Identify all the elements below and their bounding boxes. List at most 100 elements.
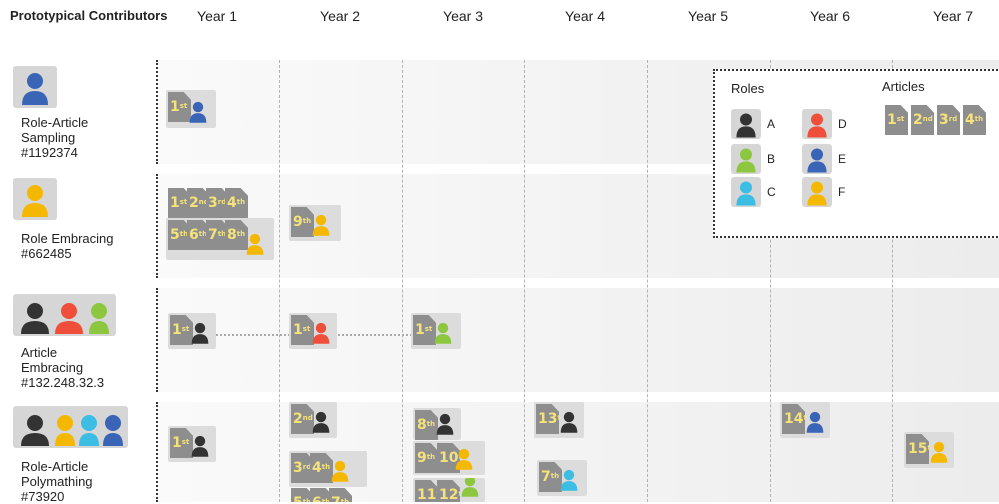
article-number: 2nd xyxy=(189,195,209,211)
article-number: 1st xyxy=(170,195,188,211)
legend-role-d-icon xyxy=(802,109,832,139)
article-number: 1st xyxy=(887,112,905,128)
role-b-icon xyxy=(430,319,456,350)
contribution-cell: 2nd xyxy=(289,402,337,438)
legend-role-label: D xyxy=(838,117,847,131)
year-gridline xyxy=(524,60,525,502)
contributor-label-3: Article Embracing #132.248.32.3 xyxy=(21,345,104,390)
legend-role-label: F xyxy=(838,185,846,199)
legend-roles-title: Roles xyxy=(731,81,765,96)
avatar-group-all xyxy=(13,406,128,448)
contribution-cell: 1st xyxy=(168,313,216,349)
role-b-icon xyxy=(457,478,483,502)
role-f-icon xyxy=(242,230,268,261)
article-ordinal-suffix: rd xyxy=(948,115,958,123)
person-icon xyxy=(312,411,330,433)
person-icon xyxy=(461,478,479,497)
article-ordinal-suffix: th xyxy=(236,198,246,206)
row-band-3 xyxy=(157,288,999,392)
year-6-header: Year 6 xyxy=(810,8,850,24)
legend-role-e-icon xyxy=(802,144,832,174)
article-doc-icon: 3rd xyxy=(937,105,960,135)
legend-role-c-icon xyxy=(731,177,761,207)
avatar-group-a-d-b xyxy=(13,294,116,336)
row-separator xyxy=(156,288,158,392)
connector-line xyxy=(213,334,293,336)
year-7-header: Year 7 xyxy=(933,8,973,24)
role-a-icon xyxy=(556,408,582,439)
role-f-icon xyxy=(327,457,353,488)
article-ordinal-suffix: th xyxy=(217,230,227,238)
article-doc-icon: 7th xyxy=(329,488,352,502)
person-icon xyxy=(331,460,349,482)
article-number: 4th xyxy=(965,112,984,128)
role-f-icon xyxy=(926,438,952,469)
role-d-icon xyxy=(308,319,334,350)
year-1-header: Year 1 xyxy=(197,8,237,24)
person-icon xyxy=(807,148,827,173)
person-icon xyxy=(434,322,452,344)
article-doc-icon: 4th xyxy=(225,188,248,218)
year-5-header: Year 5 xyxy=(688,8,728,24)
contribution-cell: 1st xyxy=(166,90,216,128)
persons-icon xyxy=(21,415,123,446)
role-a-icon xyxy=(432,410,458,441)
legend-box: Roles Articles A B C D E F 1st 2nd 3rd 4th xyxy=(713,69,999,238)
avatar-role-e xyxy=(13,66,57,108)
contributor-name: Article Embracing xyxy=(21,345,84,375)
article-ordinal-suffix: th xyxy=(426,453,436,461)
connector-line xyxy=(335,334,415,336)
person-icon xyxy=(736,148,756,173)
contributor-id: #132.248.32.3 xyxy=(21,375,105,390)
year-3-header: Year 3 xyxy=(443,8,483,24)
article-doc-icon: 1st xyxy=(885,105,908,135)
article-ordinal-suffix: th xyxy=(198,230,208,238)
role-c-icon xyxy=(556,466,582,497)
legend-role-a-icon xyxy=(731,109,761,139)
person-icon xyxy=(806,411,824,433)
row-separator xyxy=(156,174,158,278)
contribution-cell: 5th 6th 7th 8th xyxy=(166,218,274,260)
person-icon xyxy=(807,113,827,138)
contribution-cell: 15th xyxy=(904,432,954,468)
contribution-cell: 14th xyxy=(780,402,830,438)
year-gridline xyxy=(402,60,403,502)
contribution-cell: 7th xyxy=(537,460,587,496)
article-doc-icon: 9th xyxy=(415,443,438,473)
legend-role-f-icon xyxy=(802,177,832,207)
person-icon xyxy=(191,322,209,344)
contribution-cell: 1st xyxy=(289,313,337,349)
article-number: 3rd xyxy=(939,112,958,128)
row-separator xyxy=(156,402,158,502)
article-ordinal-suffix: th xyxy=(179,230,189,238)
contribution-cell: 1st xyxy=(168,426,216,462)
row-separator xyxy=(156,60,158,164)
person-icon xyxy=(312,214,330,236)
year-4-header: Year 4 xyxy=(565,8,605,24)
year-gridline xyxy=(279,60,280,502)
person-icon xyxy=(560,411,578,433)
contribution-cell: 9th10th xyxy=(413,441,485,475)
legend-role-label: E xyxy=(838,152,847,166)
person-icon xyxy=(736,113,756,138)
role-a-icon xyxy=(187,319,213,350)
article-number: 3rd xyxy=(208,195,227,211)
role-e-icon xyxy=(802,408,828,439)
article-ordinal-suffix: rd xyxy=(217,198,227,206)
contributor-name: Role Embracing xyxy=(21,231,114,246)
article-number: 3rd xyxy=(293,460,312,476)
contributor-name: Role-Article Polymathing xyxy=(21,459,93,489)
article-number: 7th xyxy=(208,227,227,243)
person-icon xyxy=(455,448,473,470)
article-ordinal-suffix: rd xyxy=(302,463,312,471)
article-number: 6th xyxy=(189,227,208,243)
article-ordinal-suffix: nd xyxy=(922,115,933,123)
article-ordinal-suffix: th xyxy=(340,498,350,502)
person-icon xyxy=(930,441,948,463)
legend-articles-title: Articles xyxy=(882,79,925,94)
article-doc-icon: 2nd xyxy=(911,105,934,135)
contribution-cell: 8th xyxy=(413,408,461,440)
article-number: 6th xyxy=(312,496,330,502)
contribution-cell: 1st xyxy=(411,313,461,349)
article-doc-icon: 11th xyxy=(415,480,438,502)
